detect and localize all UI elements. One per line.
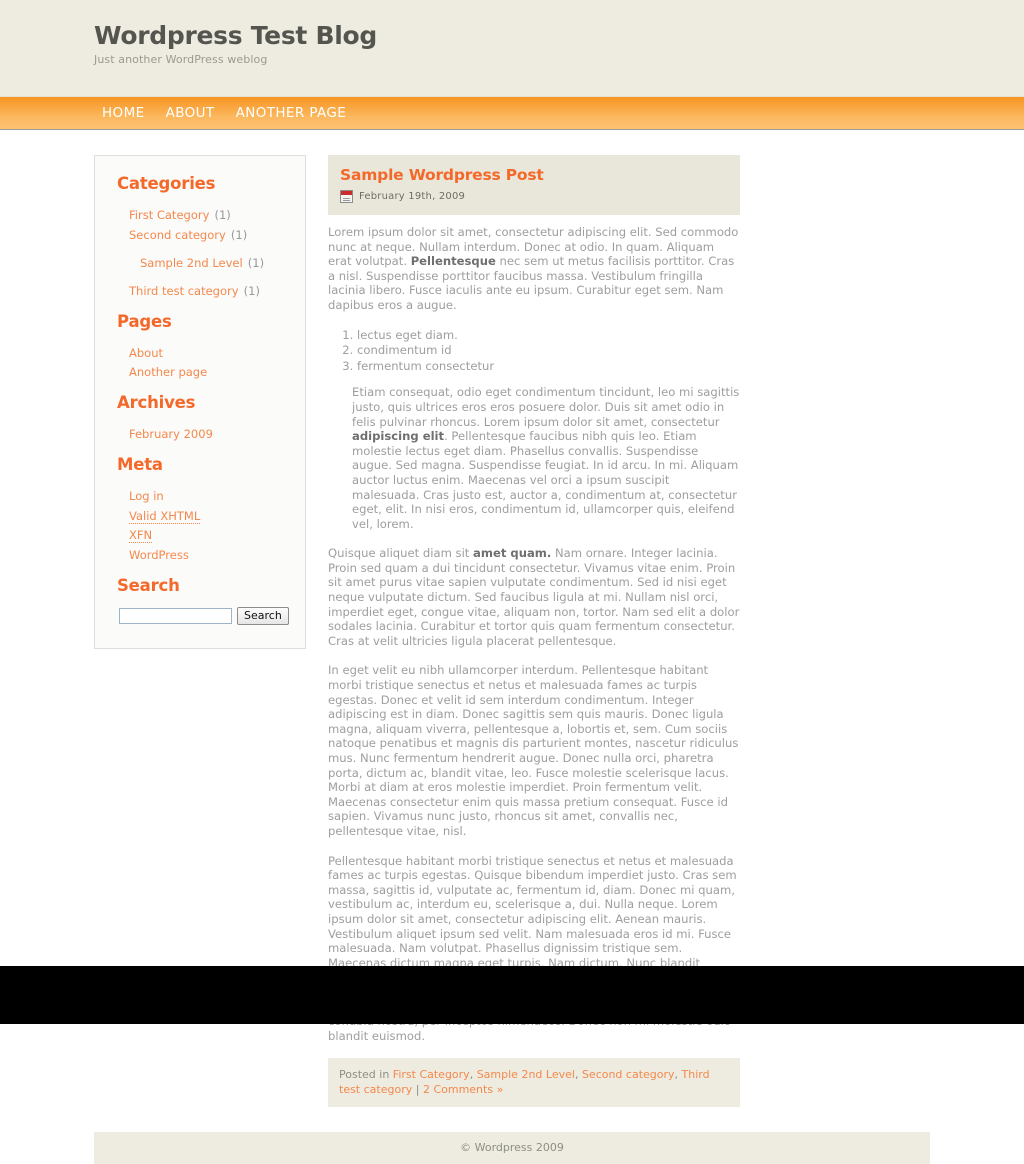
content-column: Sample Wordpress Post February 19th, 200… — [328, 155, 740, 1108]
page-wrap: Categories First Category (1) Second cat… — [94, 130, 930, 1108]
comments-link[interactable]: 2 Comments » — [423, 1083, 503, 1096]
post-paragraph-1: Lorem ipsum dolor sit amet, consectetur … — [328, 225, 740, 313]
list-item: Another page — [129, 362, 291, 381]
widget-archives: Archives February 2009 — [109, 393, 291, 443]
widget-title-pages: Pages — [117, 311, 172, 331]
post-body: Lorem ipsum dolor sit amet, consectetur … — [328, 215, 740, 1043]
post-header: Sample Wordpress Post February 19th, 200… — [328, 155, 740, 215]
post-meta-category-sample-2nd-level[interactable]: Sample 2nd Level — [477, 1068, 575, 1081]
category-count: (1) — [247, 255, 265, 270]
sidebar-item-log-in[interactable]: Log in — [129, 489, 164, 503]
post-date: February 19th, 2009 — [359, 191, 466, 202]
widget-title-archives: Archives — [117, 393, 196, 412]
search-button[interactable]: Search — [237, 606, 289, 625]
post-paragraph-3: In eget velit eu nibh ullamcorper interd… — [328, 663, 739, 838]
post-blockquote: Etiam consequat, odio eget condimentum t… — [328, 385, 740, 531]
category-count: (1) — [243, 283, 260, 298]
archives-list: February 2009 — [109, 424, 291, 443]
blockquote-text-a: Etiam consequat, odio eget condimentum t… — [352, 385, 740, 429]
widget-title-meta: Meta — [117, 455, 163, 474]
calendar-icon — [340, 190, 353, 203]
site-tagline: Just another WordPress weblog — [94, 52, 268, 66]
list-item: Log in — [129, 486, 291, 505]
site-footer: © Wordpress 2009 — [94, 1132, 930, 1164]
nav-item-another-page[interactable]: ANOTHER PAGE — [236, 105, 347, 121]
post-meta-category-second-category[interactable]: Second category — [582, 1068, 675, 1081]
sidebar-item-valid-xhtml[interactable]: Valid XHTML — [129, 508, 201, 524]
posted-in-label: Posted in — [339, 1068, 393, 1082]
list-item: About — [129, 343, 291, 362]
sidebar-item-wordpress[interactable]: WordPress — [129, 548, 189, 562]
sidebar-item-xfn[interactable]: XFN — [129, 528, 153, 543]
sidebar-item-february-2009[interactable]: February 2009 — [129, 427, 213, 441]
page-title: Wordpress Test Blog — [94, 21, 377, 50]
widget-search: Search Search — [109, 576, 291, 625]
search-input[interactable] — [119, 607, 232, 624]
sidebar-item-about[interactable]: About — [129, 346, 163, 360]
meta-separator: | — [412, 1083, 423, 1097]
sidebar-item-second-category[interactable]: Second category — [129, 228, 226, 242]
post-meta-category-first-category[interactable]: First Category — [393, 1068, 470, 1081]
paragraph-1-bold: Pellentesque — [410, 254, 496, 269]
nav-item-about[interactable]: ABOUT — [166, 105, 215, 121]
list-item: condimentum id — [357, 343, 740, 358]
main-navigation: HOME ABOUT ANOTHER PAGE — [0, 97, 1024, 130]
paragraph-2-text-b: Nam ornare. Integer lacinia. Proin sed q… — [328, 546, 740, 648]
pages-list: About Another page — [109, 343, 291, 382]
paragraph-2-text-a: Quisque aliquet diam sit — [328, 546, 474, 561]
list-item: Second category (1) — [129, 225, 291, 244]
post-paragraph-2: Quisque aliquet diam sit amet quam. Nam … — [328, 546, 740, 648]
paragraph-2-bold: amet quam. — [473, 546, 552, 561]
widget-pages: Pages About Another page — [109, 312, 291, 382]
list-item: First Category (1) — [129, 205, 291, 224]
list-item: Valid XHTML — [129, 506, 291, 525]
search-form: Search — [109, 606, 291, 625]
navigation-list: HOME ABOUT ANOTHER PAGE — [94, 97, 930, 129]
list-item: XFN — [129, 525, 291, 544]
sidebar-item-first-category[interactable]: First Category — [129, 208, 209, 222]
list-item: Third test category (1) — [129, 281, 291, 300]
meta-list: Log in Valid XHTML XFN WordPress — [109, 486, 291, 564]
sidebar-item-sample-2nd-level[interactable]: Sample 2nd Level — [140, 256, 243, 270]
list-item: Sample 2nd Level (1) — [129, 253, 291, 272]
footer-copyright: © Wordpress 2009 — [460, 1141, 564, 1155]
site-header-inner: Wordpress Test Blog Just another WordPre… — [94, 0, 930, 66]
post-title[interactable]: Sample Wordpress Post — [340, 166, 728, 184]
category-count: (1) — [214, 208, 231, 222]
blockquote-text-b: . Pellentesque faucibus nibh quis leo. E… — [352, 429, 739, 531]
widget-categories: Categories First Category (1) Second cat… — [109, 174, 291, 300]
post-date-row: February 19th, 2009 — [340, 190, 728, 203]
nav-item-home[interactable]: HOME — [102, 105, 145, 121]
widget-title-categories: Categories — [117, 174, 216, 193]
blockquote-paragraph: Etiam consequat, odio eget condimentum t… — [352, 385, 740, 531]
list-item: WordPress — [129, 545, 291, 564]
widget-title-search: Search — [117, 575, 180, 595]
blockquote-bold: adipiscing elit — [352, 429, 445, 444]
sidebar-item-another-page[interactable]: Another page — [129, 365, 207, 379]
category-count: (1) — [230, 227, 248, 242]
list-item: fermentum consectetur — [357, 359, 740, 374]
post-meta: Posted in First Category, Sample 2nd Lev… — [328, 1058, 740, 1108]
site-header: Wordpress Test Blog Just another WordPre… — [0, 0, 1024, 97]
sidebar: Categories First Category (1) Second cat… — [94, 155, 306, 649]
widget-meta: Meta Log in Valid XHTML XFN WordPress — [109, 455, 291, 564]
post-ordered-list: lectus eget diam. condimentum id ferment… — [328, 328, 740, 374]
sidebar-item-third-test-category[interactable]: Third test category — [129, 284, 239, 298]
list-item: lectus eget diam. — [357, 328, 740, 343]
list-item: February 2009 — [129, 424, 291, 443]
bottom-black-bar — [0, 966, 1024, 1024]
categories-list: First Category (1) Second category (1) S… — [109, 205, 291, 300]
